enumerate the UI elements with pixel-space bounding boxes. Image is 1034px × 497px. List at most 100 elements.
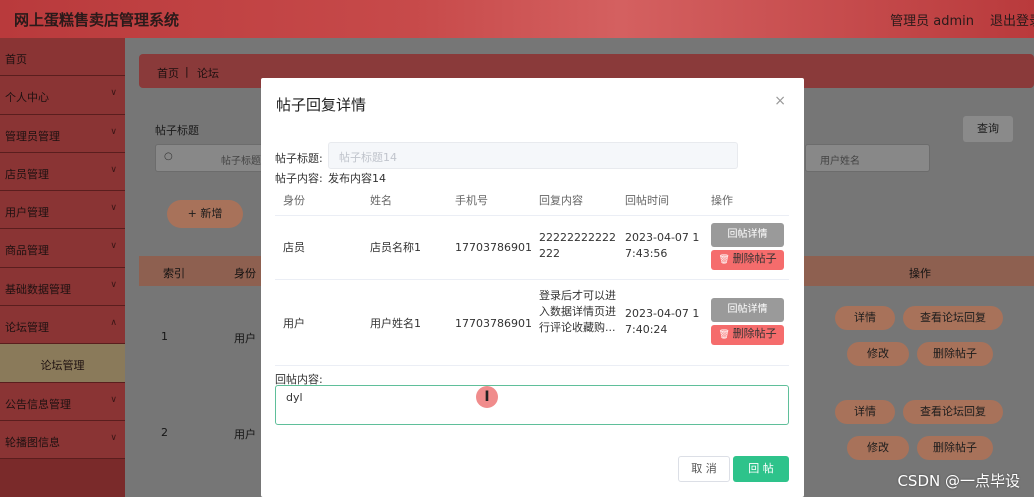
chevron-down-icon: ∨ [110,279,117,290]
chevron-down-icon: ∨ [110,241,117,252]
delete-post-button[interactable]: 删除帖子 [917,436,993,460]
cell-name: 用户姓名1 [370,317,421,330]
sidebar-item-label: 公告信息管理 [5,397,71,411]
row-identity: 用户 [234,428,256,441]
filter-title-placeholder: 帖子标题 [221,156,261,167]
row-identity: 用户 [234,332,256,345]
reply-detail-dialog: 帖子回复详情 × 帖子标题: 帖子标题14 帖子内容: 发布内容14 身份 姓名… [261,78,804,497]
sidebar-item-carousel[interactable]: 轮播图信息 ∨ [0,420,125,460]
cell-time: 2023-04-07 17:40:24 [625,307,700,336]
col-actions: 操作 [711,194,733,207]
sidebar-item-products[interactable]: 商品管理 ∨ [0,229,125,268]
cell-content: 22222222222222 [539,231,616,260]
delete-reply-button[interactable]: 🗑 删除帖子 [711,250,784,270]
sidebar-item-label: 管理员管理 [5,129,60,143]
cancel-button[interactable]: 取 消 [678,456,730,482]
delete-reply-button[interactable]: 🗑 删除帖子 [711,325,784,345]
sidebar-item-label: 论坛管理 [40,359,85,373]
post-content-label: 帖子内容: [275,172,323,185]
cell-phone: 17703786901 [455,241,532,254]
col-name: 姓名 [370,194,392,207]
search-button[interactable]: 查询 [963,116,1013,142]
post-content-value: 发布内容14 [328,172,386,185]
edit-button[interactable]: 修改 [847,436,909,460]
app-title: 网上蛋糕售卖店管理系统 [14,11,180,29]
view-reply-button[interactable]: 查看论坛回复 [903,400,1003,424]
filter-user-placeholder: 用户姓名 [820,156,860,167]
sidebar-item-basic-data[interactable]: 基础数据管理 ∨ [0,267,125,307]
breadcrumb-current: 论坛 [197,67,219,80]
col-time: 回帖时间 [625,194,669,207]
chevron-down-icon: ∨ [110,432,117,443]
breadcrumb-separator: | [185,65,189,78]
submit-reply-button[interactable]: 回 帖 [733,456,789,482]
sidebar-item-label: 论坛管理 [5,321,49,335]
sidebar-item-home[interactable]: 首页 [0,38,125,77]
delete-post-button[interactable]: 删除帖子 [917,342,993,366]
post-title-label: 帖子标题: [275,152,323,165]
chevron-up-icon: ∧ [110,318,117,329]
cell-phone: 17703786901 [455,317,532,330]
detail-button[interactable]: 详情 [835,306,895,330]
col-phone: 手机号 [455,194,488,207]
row-index: 2 [161,426,168,439]
table-row: 店员 店员名称1 17703786901 22222222222222 2023… [275,216,789,280]
cell-time: 2023-04-07 17:43:56 [625,231,700,260]
cell-name: 店员名称1 [370,241,421,254]
cell-identity: 店员 [283,241,305,254]
delete-reply-label: 删除帖子 [732,327,777,340]
sidebar-item-staff[interactable]: 店员管理 ∨ [0,152,125,192]
filter-title-label: 帖子标题 [155,124,199,137]
sidebar-item-label: 用户管理 [5,206,49,220]
sidebar-item-label: 轮播图信息 [5,435,60,449]
dialog-title: 帖子回复详情 [276,96,367,114]
reply-content-textarea[interactable]: dyl [275,385,789,425]
sidebar: 首页 个人中心 ∨ 管理员管理 ∨ 店员管理 ∨ 用户管理 ∨ 商品管理 ∨ 基础数据管理… [0,38,125,497]
sidebar-item-forum[interactable]: 论坛管理 ∧ [0,306,125,345]
sidebar-item-notices[interactable]: 公告信息管理 ∨ [0,382,125,421]
view-reply-button[interactable]: 查看论坛回复 [903,306,1003,330]
filter-title-input[interactable]: ○ 帖子标题 [155,144,265,172]
col-content: 回复内容 [539,194,583,207]
sidebar-item-admins[interactable]: 管理员管理 ∨ [0,114,125,153]
post-title-field: 帖子标题14 [328,142,738,169]
close-icon[interactable]: × [774,93,786,109]
sidebar-item-label: 商品管理 [5,244,49,258]
top-header: 网上蛋糕售卖店管理系统 管理员 admin 退出登录 [0,0,1034,38]
sidebar-item-label: 店员管理 [5,167,49,181]
search-icon: ○ [164,151,173,162]
watermark: CSDN @一点毕设 [897,472,1020,490]
edit-button[interactable]: 修改 [847,342,909,366]
col-actions: 操作 [909,267,931,280]
chevron-down-icon: ∨ [110,203,117,214]
sidebar-item-users[interactable]: 用户管理 ∨ [0,191,125,230]
text-cursor-icon: I [476,386,498,408]
logout-link[interactable]: 退出登录 [990,10,1034,29]
sidebar-item-label: 基础数据管理 [5,282,71,296]
chevron-down-icon: ∨ [110,394,117,405]
chevron-down-icon: ∨ [110,126,117,137]
reply-detail-button[interactable]: 回帖详情 [711,298,784,322]
reply-detail-button[interactable]: 回帖详情 [711,223,784,247]
reply-table: 身份 姓名 手机号 回复内容 回帖时间 操作 店员 店员名称1 17703786… [275,186,789,366]
sidebar-item-label: 个人中心 [5,91,49,105]
sidebar-item-label: 首页 [5,53,27,66]
row-index: 1 [161,330,168,343]
col-identity: 身份 [283,194,305,207]
delete-reply-label: 删除帖子 [732,252,777,265]
cell-identity: 用户 [283,317,305,330]
col-index: 索引 [163,267,185,280]
table-row: 用户 用户姓名1 17703786901 登录后才可以进入数据详情页进行评论收藏… [275,280,789,366]
current-user: 管理员 admin [890,14,974,29]
sidebar-item-profile[interactable]: 个人中心 ∨ [0,76,125,115]
col-identity: 身份 [234,267,256,280]
add-button[interactable]: + 新增 [167,200,243,228]
detail-button[interactable]: 详情 [835,400,895,424]
reply-table-header: 身份 姓名 手机号 回复内容 回帖时间 操作 [275,186,789,216]
chevron-down-icon: ∨ [110,88,117,99]
chevron-down-icon: ∨ [110,164,117,175]
breadcrumb-home[interactable]: 首页 [157,65,179,81]
filter-user-input[interactable]: 用户姓名 [805,144,930,172]
cell-content: 登录后才可以进入数据详情页进行评论收藏购... [539,289,616,334]
sidebar-subitem-forum[interactable]: 论坛管理 [0,344,125,383]
